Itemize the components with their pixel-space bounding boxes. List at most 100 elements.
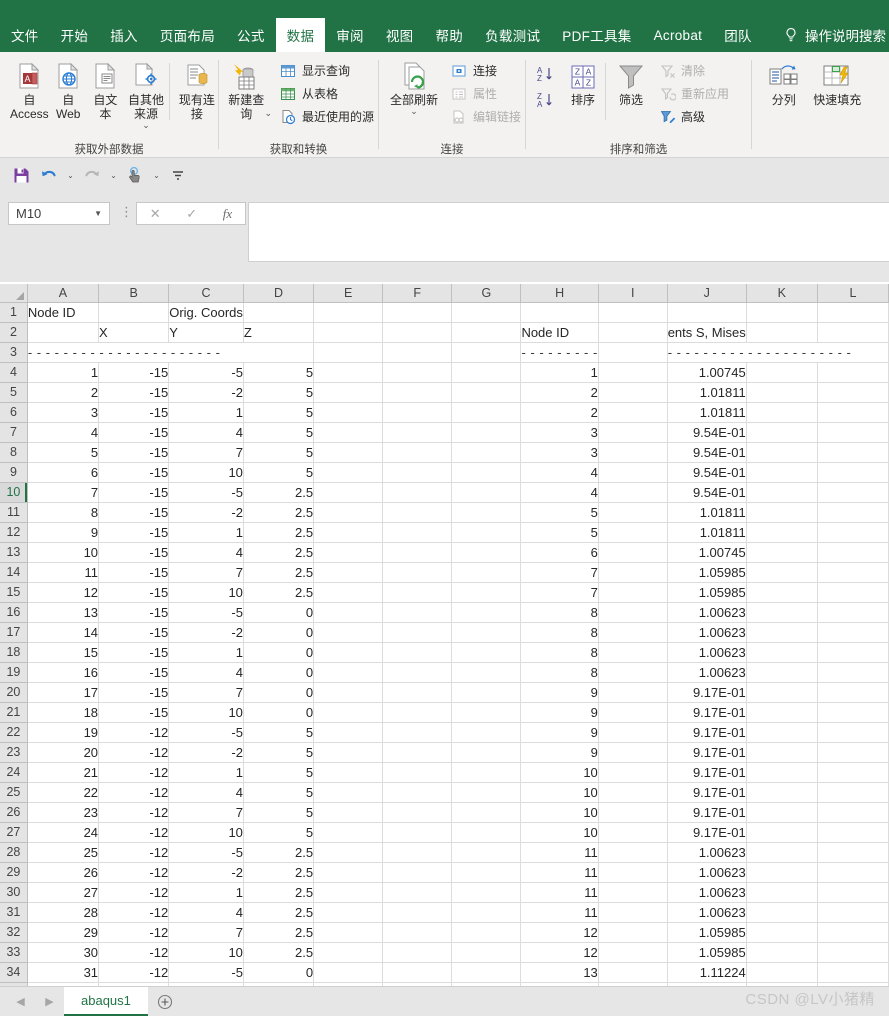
grid-cell-F6[interactable]	[382, 402, 453, 423]
grid-cell-B7[interactable]: -15	[98, 422, 170, 443]
grid-cell-I5[interactable]	[598, 382, 668, 403]
grid-cell-G4[interactable]	[451, 362, 522, 383]
from-web-button[interactable]: 自 Web	[51, 57, 86, 121]
grid-cell-L26[interactable]	[817, 802, 889, 823]
grid-cell-L30[interactable]	[817, 882, 889, 903]
column-header-K[interactable]: K	[746, 284, 818, 303]
grid-cell-D22[interactable]: 5	[243, 722, 315, 743]
formula-input[interactable]	[248, 202, 889, 262]
grid-cell-H18[interactable]: 8	[520, 642, 599, 663]
row-header-12[interactable]: 12	[0, 522, 28, 543]
row-header-18[interactable]: 18	[0, 642, 28, 663]
grid-cell-I10[interactable]	[598, 482, 668, 503]
grid-cell-H12[interactable]: 5	[520, 522, 599, 543]
grid-cell-K27[interactable]	[746, 822, 818, 843]
from-other-sources-button[interactable]: 自其他来源 ⌄	[125, 57, 167, 130]
grid-cell-D10[interactable]: 2.5	[243, 482, 315, 503]
row-header-22[interactable]: 22	[0, 722, 28, 743]
grid-cell-A23[interactable]: 20	[27, 742, 100, 763]
grid-cell-H34[interactable]: 13	[520, 962, 599, 983]
grid-cell-G14[interactable]	[451, 562, 522, 583]
grid-cell-A31[interactable]: 28	[27, 902, 100, 923]
grid-cell-C29[interactable]: -2	[168, 862, 244, 883]
grid-cell-D11[interactable]: 2.5	[243, 502, 315, 523]
ribbon-tab-10[interactable]: PDF工具集	[551, 18, 642, 52]
row-header-19[interactable]: 19	[0, 662, 28, 683]
row-header-16[interactable]: 16	[0, 602, 28, 623]
grid-cell-L34[interactable]	[817, 962, 889, 983]
grid-cell-E16[interactable]	[313, 602, 384, 623]
row-header-26[interactable]: 26	[0, 802, 28, 823]
grid-cell-G6[interactable]	[451, 402, 522, 423]
grid-cell-K24[interactable]	[746, 762, 818, 783]
grid-cell-E15[interactable]	[313, 582, 384, 603]
select-all-corner[interactable]	[0, 284, 28, 303]
grid-cell-K12[interactable]	[746, 522, 818, 543]
grid-cell-H25[interactable]: 10	[520, 782, 599, 803]
grid-cell-F21[interactable]	[382, 702, 453, 723]
grid-cell-E33[interactable]	[313, 942, 384, 963]
touch-mode-dropdown-icon[interactable]: ⌄	[150, 163, 163, 187]
sort-button[interactable]: ZAAZ 排序	[561, 57, 605, 107]
grid-cell-G8[interactable]	[451, 442, 522, 463]
grid-cell-D26[interactable]: 5	[243, 802, 315, 823]
grid-cell-L31[interactable]	[817, 902, 889, 923]
grid-cell-E14[interactable]	[313, 562, 384, 583]
grid-cell-D24[interactable]: 5	[243, 762, 315, 783]
grid-cell-E4[interactable]	[313, 362, 384, 383]
grid-cell-E26[interactable]	[313, 802, 384, 823]
grid-cell-L19[interactable]	[817, 662, 889, 683]
grid-cell-B31[interactable]: -12	[98, 902, 170, 923]
grid-cell-H5[interactable]: 2	[520, 382, 599, 403]
grid-cell-L16[interactable]	[817, 602, 889, 623]
grid-cell-K19[interactable]	[746, 662, 818, 683]
grid-cell-D25[interactable]: 5	[243, 782, 315, 803]
grid-cell-A1[interactable]: Node ID	[27, 302, 100, 323]
grid-cell-C23[interactable]: -2	[168, 742, 244, 763]
grid-cell-B19[interactable]: -15	[98, 662, 170, 683]
grid-cell-E31[interactable]	[313, 902, 384, 923]
grid-cell-K2[interactable]	[746, 322, 818, 343]
cancel-icon[interactable]: ✕	[150, 206, 161, 222]
ribbon-tab-3[interactable]: 页面布局	[149, 18, 226, 52]
grid-cell-A7[interactable]: 4	[27, 422, 100, 443]
row-header-14[interactable]: 14	[0, 562, 28, 583]
grid-cell-B27[interactable]: -12	[98, 822, 170, 843]
grid-cell-C26[interactable]: 7	[168, 802, 244, 823]
grid-cell-F34[interactable]	[382, 962, 453, 983]
grid-cell-L33[interactable]	[817, 942, 889, 963]
grid-cell-J29[interactable]: 1.00623	[667, 862, 747, 883]
column-header-L[interactable]: L	[817, 284, 889, 303]
grid-cell-A24[interactable]: 21	[27, 762, 100, 783]
grid-cell-K32[interactable]	[746, 922, 818, 943]
grid-cell-H14[interactable]: 7	[520, 562, 599, 583]
grid-cell-G20[interactable]	[451, 682, 522, 703]
grid-cell-J7[interactable]: 9.54E-01	[667, 422, 747, 443]
row-header-10[interactable]: 10	[0, 482, 28, 503]
grid-cell-K18[interactable]	[746, 642, 818, 663]
grid-cell-F16[interactable]	[382, 602, 453, 623]
confirm-check-icon[interactable]: ✓	[186, 206, 197, 222]
grid-cell-L29[interactable]	[817, 862, 889, 883]
grid-cell-J33[interactable]: 1.05985	[667, 942, 747, 963]
grid-cell-D28[interactable]: 2.5	[243, 842, 315, 863]
grid-cell-H13[interactable]: 6	[520, 542, 599, 563]
grid-cell-I7[interactable]	[598, 422, 668, 443]
grid-cell-J26[interactable]: 9.17E-01	[667, 802, 747, 823]
grid-cell-L12[interactable]	[817, 522, 889, 543]
grid-cell-I12[interactable]	[598, 522, 668, 543]
grid-cell-C17[interactable]: -2	[168, 622, 244, 643]
grid-cell-H8[interactable]: 3	[520, 442, 599, 463]
grid-cell-K6[interactable]	[746, 402, 818, 423]
grid-cell-H15[interactable]: 7	[520, 582, 599, 603]
grid-cell-K33[interactable]	[746, 942, 818, 963]
grid-cell-J30[interactable]: 1.00623	[667, 882, 747, 903]
grid-cell-L22[interactable]	[817, 722, 889, 743]
grid-cell-E24[interactable]	[313, 762, 384, 783]
grid-cell-G2[interactable]	[451, 322, 522, 343]
grid-cell-C24[interactable]: 1	[168, 762, 244, 783]
grid-cell-E20[interactable]	[313, 682, 384, 703]
grid-cell-B32[interactable]: -12	[98, 922, 170, 943]
grid-cell-I8[interactable]	[598, 442, 668, 463]
grid-cell-K20[interactable]	[746, 682, 818, 703]
